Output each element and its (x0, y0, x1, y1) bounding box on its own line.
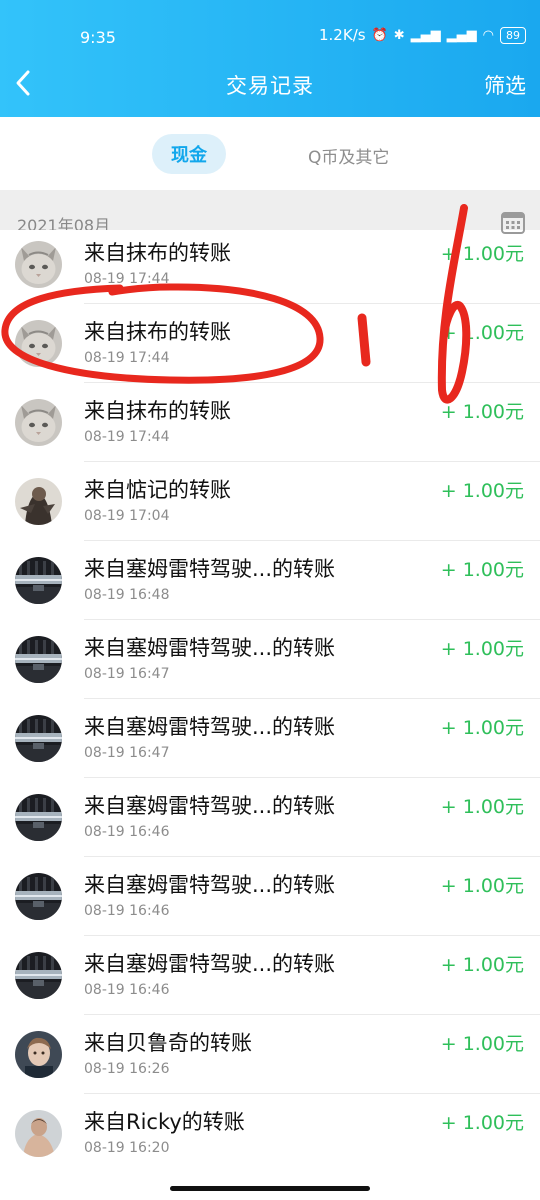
transaction-title: 来自塞姆雷特驾驶...的转账 (84, 873, 336, 897)
transaction-title: 来自贝鲁奇的转账 (84, 1031, 252, 1055)
transaction-title: 来自抹布的转账 (84, 241, 231, 265)
home-indicator[interactable] (170, 1186, 370, 1191)
transaction-row[interactable]: 来自塞姆雷特驾驶...的转账 08-19 16:46 + 1.00元 (0, 936, 540, 1015)
avatar (15, 873, 62, 920)
transaction-row[interactable]: 来自惦记的转账 08-19 17:04 + 1.00元 (0, 462, 540, 541)
transaction-title: 来自惦记的转账 (84, 478, 231, 502)
avatar (15, 952, 62, 999)
bottom-bar (0, 1170, 540, 1200)
avatar (15, 1031, 62, 1078)
transaction-amount: + 1.00元 (440, 1112, 524, 1134)
transaction-time: 08-19 16:20 (84, 1140, 170, 1156)
transaction-amount: + 1.00元 (440, 322, 524, 344)
page-title: 交易记录 (226, 74, 314, 98)
transaction-amount: + 1.00元 (440, 954, 524, 976)
transaction-amount: + 1.00元 (440, 243, 524, 265)
transaction-time: 08-19 16:46 (84, 982, 170, 998)
avatar (15, 241, 62, 288)
transaction-list[interactable]: 来自抹布的转账 08-19 17:44 + 1.00元 来自抹布的转账 08-19 17… (0, 230, 540, 1170)
avatar (15, 794, 62, 841)
transaction-amount: + 1.00元 (440, 717, 524, 739)
transaction-title: 来自塞姆雷特驾驶...的转账 (84, 557, 336, 581)
avatar (15, 1110, 62, 1157)
transaction-amount: + 1.00元 (440, 401, 524, 423)
signal-icon-2: ▂▄▆ (446, 27, 477, 43)
transaction-row[interactable]: 来自塞姆雷特驾驶...的转账 08-19 16:46 + 1.00元 (0, 857, 540, 936)
transaction-amount: + 1.00元 (440, 559, 524, 581)
avatar (15, 636, 62, 683)
filter-button[interactable]: 筛选 (484, 70, 526, 100)
calendar-icon (501, 212, 525, 234)
transaction-title: 来自塞姆雷特驾驶...的转账 (84, 636, 336, 660)
transaction-time: 08-19 16:46 (84, 903, 170, 919)
transaction-time: 08-19 16:47 (84, 666, 170, 682)
nav-bar: 交易记录 筛选 (0, 60, 540, 110)
transaction-amount: + 1.00元 (440, 1033, 524, 1055)
transaction-row[interactable]: 来自塞姆雷特驾驶...的转账 08-19 16:47 + 1.00元 (0, 699, 540, 778)
avatar (15, 715, 62, 762)
status-icons: 1.2K/s ⏰ ✱ ▂▄▆ ▂▄▆ ◠ 89 (319, 26, 526, 44)
transaction-amount: + 1.00元 (440, 638, 524, 660)
transaction-title: 来自塞姆雷特驾驶...的转账 (84, 794, 336, 818)
tab-bar: 现金 Q币及其它 (0, 117, 540, 190)
status-time: 9:35 (80, 28, 116, 47)
battery-icon: 89 (500, 26, 526, 44)
calendar-button[interactable] (501, 210, 525, 234)
transaction-row[interactable]: 来自塞姆雷特驾驶...的转账 08-19 16:47 + 1.00元 (0, 620, 540, 699)
transaction-title: 来自抹布的转账 (84, 320, 231, 344)
avatar (15, 478, 62, 525)
transaction-time: 08-19 16:47 (84, 745, 170, 761)
transaction-row[interactable]: 来自抹布的转账 08-19 17:44 + 1.00元 (0, 230, 540, 304)
status-bar: 9:35 1.2K/s ⏰ ✱ ▂▄▆ ▂▄▆ ◠ 89 (0, 0, 540, 56)
transaction-time: 08-19 17:44 (84, 350, 170, 366)
network-speed: 1.2K/s (319, 26, 366, 44)
transaction-title: 来自塞姆雷特驾驶...的转账 (84, 952, 336, 976)
transaction-time: 08-19 16:48 (84, 587, 170, 603)
transaction-row[interactable]: 来自抹布的转账 08-19 17:44 + 1.00元 (0, 383, 540, 462)
transaction-title: 来自Ricky的转账 (84, 1110, 245, 1134)
avatar (15, 399, 62, 446)
avatar (15, 557, 62, 604)
wifi-icon: ◠ (482, 27, 494, 43)
transaction-amount: + 1.00元 (440, 480, 524, 502)
transaction-row[interactable]: 来自抹布的转账 08-19 17:44 + 1.00元 (0, 304, 540, 383)
transaction-title: 来自塞姆雷特驾驶...的转账 (84, 715, 336, 739)
tab-q-coin[interactable]: Q币及其它 (308, 143, 389, 168)
transaction-time: 08-19 16:46 (84, 824, 170, 840)
transaction-time: 08-19 17:04 (84, 508, 170, 524)
transaction-row[interactable]: 来自塞姆雷特驾驶...的转账 08-19 16:46 + 1.00元 (0, 778, 540, 857)
avatar (15, 320, 62, 367)
transaction-row[interactable]: 来自塞姆雷特驾驶...的转账 08-19 16:48 + 1.00元 (0, 541, 540, 620)
alarm-icon: ⏰ (371, 27, 388, 43)
bluetooth-icon: ✱ (393, 27, 405, 43)
transaction-title: 来自抹布的转账 (84, 399, 231, 423)
transaction-time: 08-19 16:26 (84, 1061, 170, 1077)
transaction-amount: + 1.00元 (440, 875, 524, 897)
tab-cash[interactable]: 现金 (152, 134, 226, 174)
top-bar: 9:35 1.2K/s ⏰ ✱ ▂▄▆ ▂▄▆ ◠ 89 交易记录 筛选 (0, 0, 540, 117)
signal-icon: ▂▄▆ (410, 27, 441, 43)
transaction-time: 08-19 17:44 (84, 271, 170, 287)
transaction-amount: + 1.00元 (440, 796, 524, 818)
transaction-time: 08-19 17:44 (84, 429, 170, 445)
transaction-row[interactable]: 来自Ricky的转账 08-19 16:20 + 1.00元 (0, 1094, 540, 1170)
transaction-row[interactable]: 来自贝鲁奇的转账 08-19 16:26 + 1.00元 (0, 1015, 540, 1094)
